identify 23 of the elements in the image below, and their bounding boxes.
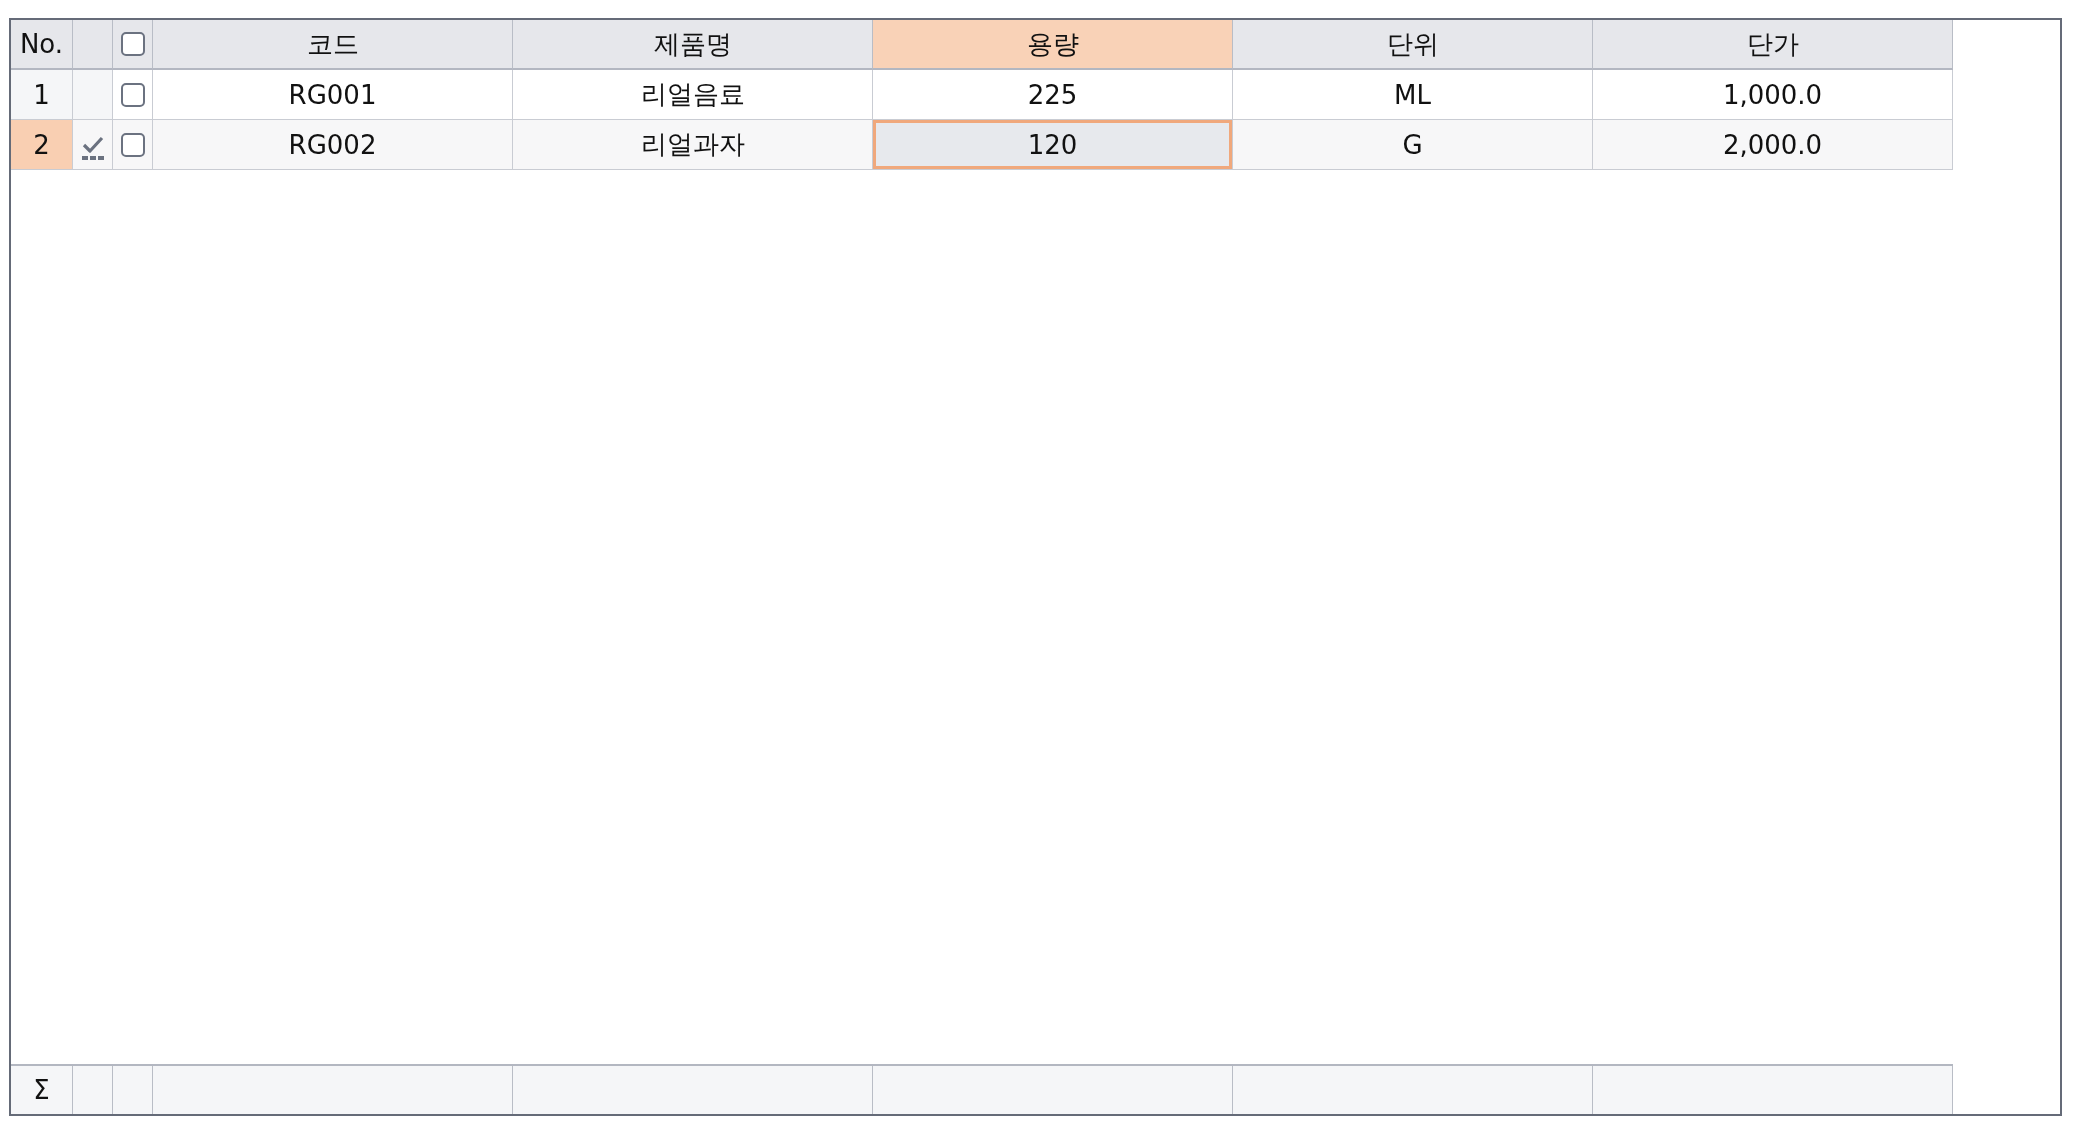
table-cell: 225 (873, 70, 1233, 120)
table-cell: ML (1233, 70, 1593, 120)
table-cell: 1,000.0 (1593, 70, 1953, 120)
table-cell: 120 (873, 120, 1233, 170)
column-header: No. (11, 20, 73, 70)
table-cell: 리얼과자 (513, 120, 873, 170)
row-number: 2 (11, 120, 73, 170)
sum-symbol: Σ (33, 1075, 50, 1105)
table-cell: 리얼음료 (513, 70, 873, 120)
table-cell: RG002 (153, 120, 513, 170)
column-header[interactable]: 용량 (873, 20, 1233, 70)
check-dash-icon (79, 135, 106, 161)
table-cell: 2,000.0 (1593, 120, 1953, 170)
column-header[interactable]: 단위 (1233, 20, 1593, 70)
column-header[interactable]: 코드 (153, 20, 513, 70)
row-checkbox[interactable] (120, 82, 145, 107)
table-cell: RG001 (153, 70, 513, 120)
row-checkbox[interactable] (120, 132, 145, 157)
row-number: 1 (11, 70, 73, 120)
select-all-checkbox[interactable] (120, 32, 145, 56)
table-cell: G (1233, 120, 1593, 170)
column-header[interactable]: 제품명 (513, 20, 873, 70)
column-header[interactable]: 단가 (1593, 20, 1953, 70)
